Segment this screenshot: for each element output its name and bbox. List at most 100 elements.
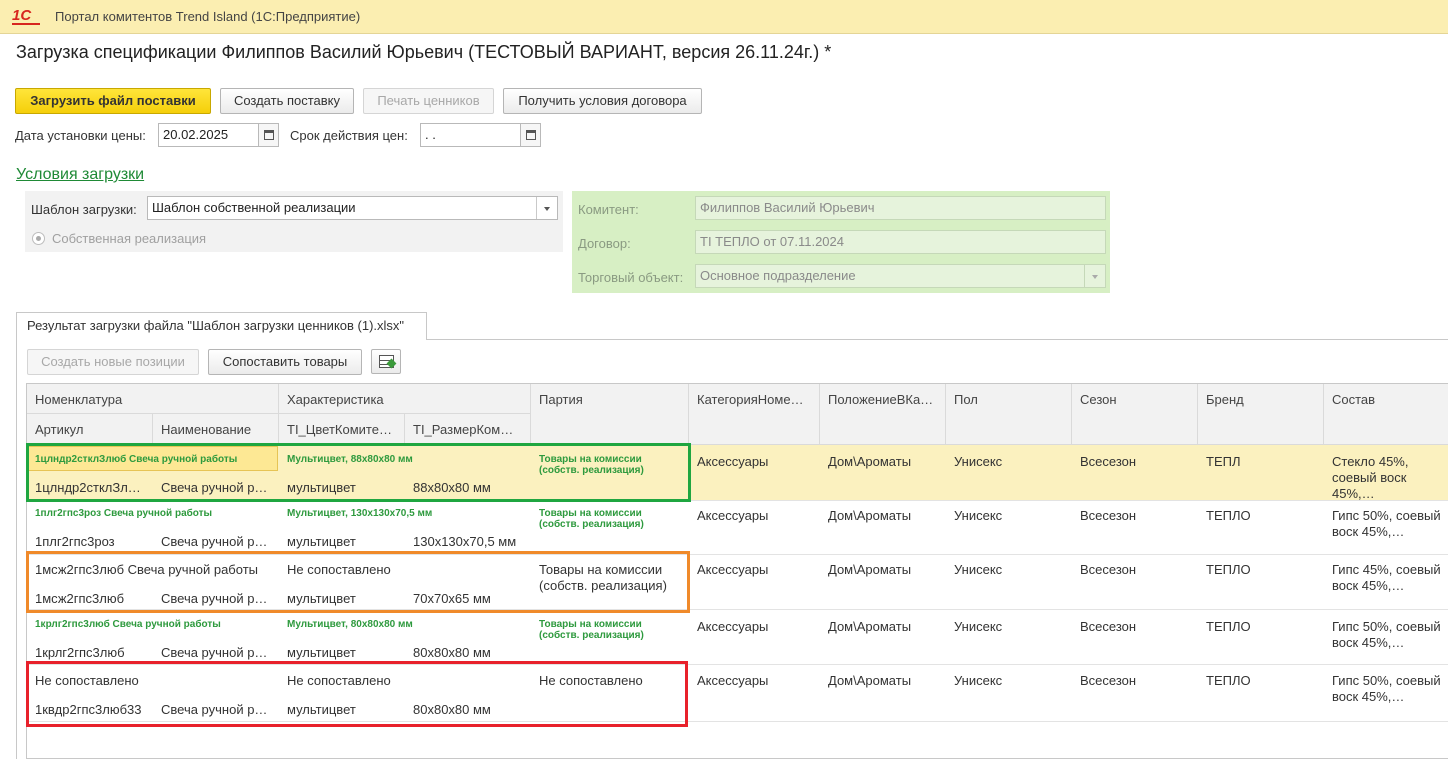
trade-object-field: Основное подразделение [695,264,1106,288]
row-color[interactable]: мультицвет [279,591,405,606]
row-article[interactable]: 1квдр2гпс3люб33 [27,702,153,717]
row-size[interactable]: 88x80x80 мм [405,480,531,495]
row-composition[interactable]: Стекло 45%, соевый воск 45%,… [1324,454,1448,500]
row-size[interactable]: 70x70x65 мм [405,591,531,606]
row-color[interactable]: мультицвет [279,534,405,549]
row-category[interactable]: Аксессуары [689,673,820,688]
row-article[interactable]: 1мсж2гпс3люб [27,591,153,606]
template-dropdown-button[interactable] [536,197,557,219]
header-category[interactable]: КатегорияНоме… [689,384,820,445]
row-article[interactable]: 1плг2гпс3роз [27,534,153,549]
row-brand[interactable]: ТЕПЛО [1198,673,1324,688]
row-composition[interactable]: Гипс 45%, соевый воск 45%,… [1324,562,1448,608]
row-article[interactable]: 1цлндр2стклЗл… [27,480,153,495]
row-season[interactable]: Всесезон [1072,508,1198,523]
header-nomenclature[interactable]: Номенклатура [27,384,279,414]
row-name[interactable]: Свеча ручной р… [153,480,279,495]
row-gender[interactable]: Унисекс [946,508,1072,523]
row-position[interactable]: Дом\Ароматы [820,454,946,469]
consignor-field: Филиппов Василий Юрьевич [695,196,1106,220]
own-sale-radio[interactable] [32,232,45,245]
row-composition[interactable]: Гипс 50%, соевый воск 45%,… [1324,619,1448,665]
header-position[interactable]: ПоложениеВКа… [820,384,946,445]
row-position[interactable]: Дом\Ароматы [820,562,946,577]
row-category[interactable]: Аксессуары [689,562,820,577]
match-goods-button[interactable]: Сопоставить товары [208,349,362,375]
row-size[interactable]: 80x80x80 мм [405,702,531,717]
get-contract-conditions-button[interactable]: Получить условия договора [503,88,702,114]
row-nomenclature[interactable]: 1плг2гпс3роз Свеча ручной работы [27,508,279,519]
row-season[interactable]: Всесезон [1072,673,1198,688]
row-characteristic[interactable]: Не сопоставлено [279,673,531,688]
row-composition[interactable]: Гипс 50%, соевый воск 45%,… [1324,508,1448,554]
row-batch[interactable]: Не сопоставлено [531,673,689,688]
row-characteristic[interactable]: Мультицвет, 80x80x80 мм [279,619,531,630]
row-season[interactable]: Всесезон [1072,619,1198,634]
row-batch[interactable]: Товары на комиссии (собств. реализация) [531,508,689,530]
edit-table-button[interactable] [371,349,401,374]
row-size[interactable]: 130x130x70,5 мм [405,534,531,549]
row-nomenclature[interactable]: 1крлг2гпс3люб Свеча ручной работы [27,619,279,630]
row-name[interactable]: Свеча ручной р… [153,591,279,606]
header-color[interactable]: TI_ЦветКомите… [279,414,405,445]
row-characteristic[interactable]: Мультицвет, 130x130x70,5 мм [279,508,531,519]
trade-object-dropdown [1084,265,1105,287]
row-brand[interactable]: ТЕПЛО [1198,619,1324,634]
header-gender[interactable]: Пол [946,384,1072,445]
row-nomenclature[interactable]: 1цлндр2стклЗлюб Свеча ручной работы [27,454,279,465]
template-select[interactable]: Шаблон собственной реализации [147,196,558,220]
header-characteristic[interactable]: Характеристика [279,384,531,414]
row-composition[interactable]: Гипс 50%, соевый воск 45%,… [1324,673,1448,719]
row-category[interactable]: Аксессуары [689,508,820,523]
load-conditions-link[interactable]: Условия загрузки [16,166,144,184]
row-color[interactable]: мультицвет [279,645,405,660]
row-nomenclature[interactable]: 1мсж2гпс3люб Свеча ручной работы [27,562,279,577]
row-gender[interactable]: Унисекс [946,673,1072,688]
valid-until-input[interactable]: . . [420,123,521,147]
price-date-input[interactable]: 20.02.2025 [158,123,259,147]
print-labels-button[interactable]: Печать ценников [363,88,494,114]
header-brand[interactable]: Бренд [1198,384,1324,445]
row-category[interactable]: Аксессуары [689,454,820,469]
row-nomenclature[interactable]: Не сопоставлено [27,673,279,688]
row-name[interactable]: Свеча ручной р… [153,534,279,549]
row-batch[interactable]: Товары на комиссии (собств. реализация) [531,619,689,641]
row-characteristic[interactable]: Не сопоставлено [279,562,531,577]
row-season[interactable]: Всесезон [1072,562,1198,577]
row-position[interactable]: Дом\Ароматы [820,673,946,688]
template-label: Шаблон загрузки: [31,202,137,217]
header-name[interactable]: Наименование [153,414,279,445]
header-article[interactable]: Артикул [27,414,153,445]
tab-load-result[interactable]: Результат загрузки файла "Шаблон загрузк… [16,312,427,340]
header-size[interactable]: TI_РазмерКом… [405,414,531,445]
row-name[interactable]: Свеча ручной р… [153,702,279,717]
chevron-down-icon [1092,275,1098,279]
row-brand[interactable]: ТЕПЛО [1198,562,1324,577]
row-batch[interactable]: Товары на комиссии (собств. реализация) [531,562,689,594]
create-new-items-button[interactable]: Создать новые позиции [27,349,199,375]
row-gender[interactable]: Унисекс [946,562,1072,577]
row-color[interactable]: мультицвет [279,480,405,495]
row-position[interactable]: Дом\Ароматы [820,619,946,634]
load-file-button[interactable]: Загрузить файл поставки [15,88,211,114]
row-article[interactable]: 1крлг2гпс3люб [27,645,153,660]
row-category[interactable]: Аксессуары [689,619,820,634]
row-characteristic[interactable]: Мультицвет, 88x80x80 мм [279,454,531,465]
valid-until-calendar-button[interactable] [520,123,541,147]
row-name[interactable]: Свеча ручной р… [153,645,279,660]
row-batch[interactable]: Товары на комиссии (собств. реализация) [531,454,689,476]
header-composition[interactable]: Состав [1324,384,1448,445]
header-batch[interactable]: Партия [531,384,689,445]
page-title: Загрузка спецификации Филиппов Василий Ю… [16,42,832,62]
row-brand[interactable]: ТЕПЛО [1198,508,1324,523]
row-color[interactable]: мультицвет [279,702,405,717]
row-gender[interactable]: Унисекс [946,619,1072,634]
row-brand[interactable]: ТЕПЛ [1198,454,1324,469]
header-season[interactable]: Сезон [1072,384,1198,445]
price-date-calendar-button[interactable] [258,123,279,147]
row-gender[interactable]: Унисекс [946,454,1072,469]
row-position[interactable]: Дом\Ароматы [820,508,946,523]
create-delivery-button[interactable]: Создать поставку [220,88,354,114]
row-season[interactable]: Всесезон [1072,454,1198,469]
row-size[interactable]: 80x80x80 мм [405,645,531,660]
